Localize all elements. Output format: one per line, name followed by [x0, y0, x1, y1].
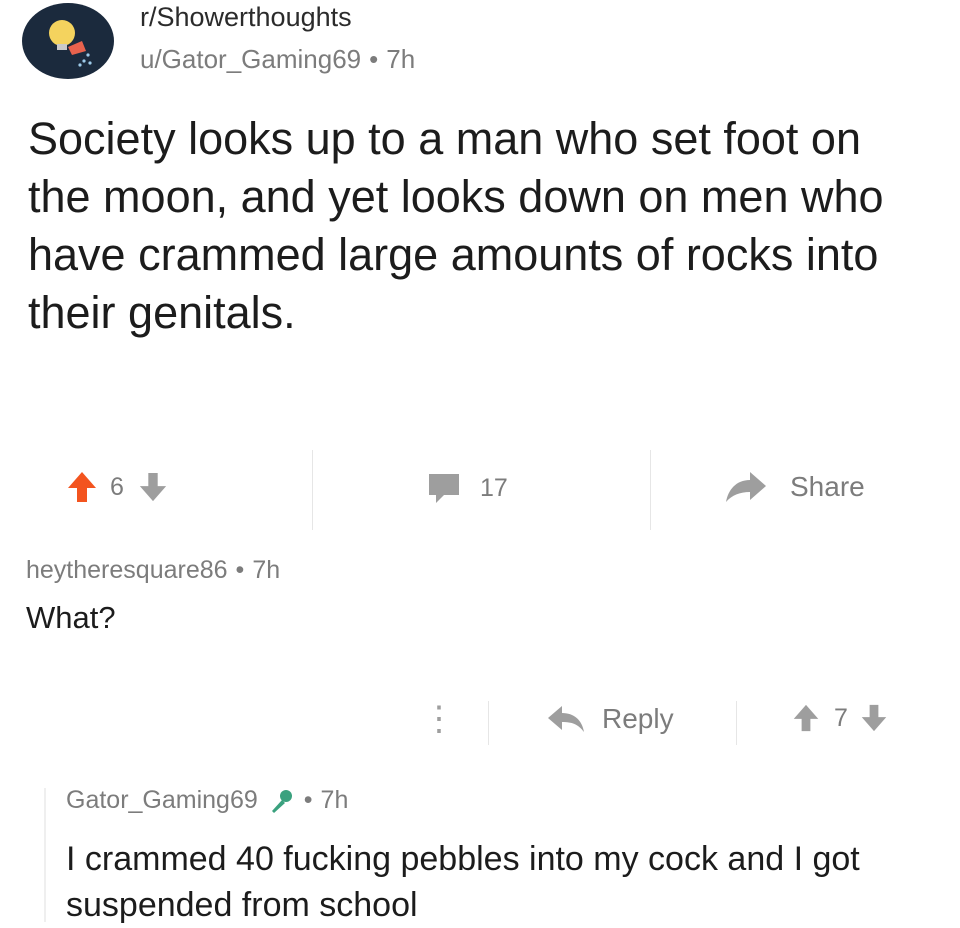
- reply-body: I crammed 40 fucking pebbles into my coc…: [66, 840, 860, 924]
- subreddit-avatar[interactable]: [22, 3, 114, 79]
- comment-count: 17: [480, 473, 508, 502]
- divider: [312, 450, 313, 530]
- subreddit-name[interactable]: r/Showerthoughts: [140, 2, 352, 33]
- post-vote-control: 6: [66, 470, 168, 504]
- arrow-up-icon[interactable]: [792, 703, 820, 733]
- arrow-down-icon[interactable]: [860, 703, 888, 733]
- microphone-icon: [271, 789, 292, 813]
- post-action-bar: 6 17 Share: [0, 450, 960, 530]
- arrow-up-icon[interactable]: [66, 470, 98, 504]
- meta-separator: •: [303, 786, 313, 814]
- reply-arrow-icon: [548, 706, 584, 732]
- post-author[interactable]: u/Gator_Gaming69: [140, 44, 361, 74]
- post-age: 7h: [386, 44, 416, 74]
- lightbulb-shower-icon: [49, 20, 92, 67]
- comment-body: What?: [26, 600, 116, 635]
- reply-meta: Gator_Gaming69 • 7h: [66, 786, 348, 815]
- thread-line: [44, 788, 46, 922]
- divider: [736, 701, 737, 745]
- reply-button[interactable]: Reply: [546, 703, 674, 735]
- comment-author[interactable]: heytheresquare86: [26, 556, 228, 584]
- share-button[interactable]: Share: [724, 470, 865, 504]
- reply-age: 7h: [320, 786, 349, 814]
- comment-action-bar: ⋮ Reply 7: [0, 695, 960, 749]
- meta-separator: •: [369, 44, 379, 74]
- post-title: Society looks up to a man who set foot o…: [28, 113, 884, 338]
- share-label: Share: [790, 471, 865, 502]
- comment-vote-control: 7: [792, 703, 888, 733]
- more-options-icon[interactable]: ⋮: [422, 699, 456, 739]
- divider: [488, 701, 489, 745]
- post-meta: u/Gator_Gaming69 • 7h: [140, 44, 415, 75]
- reply-label: Reply: [602, 703, 674, 734]
- reply-author[interactable]: Gator_Gaming69: [66, 786, 258, 815]
- arrow-down-icon[interactable]: [138, 471, 168, 503]
- share-arrow-icon: [726, 472, 766, 502]
- meta-separator: •: [235, 556, 245, 584]
- comments-button[interactable]: 17: [426, 470, 508, 506]
- speech-bubble-icon: [429, 474, 459, 503]
- comment-age: 7h: [252, 556, 281, 584]
- post-vote-count: 6: [110, 472, 124, 501]
- comment-meta: heytheresquare86 • 7h: [26, 556, 280, 585]
- comment-vote-count: 7: [834, 703, 848, 732]
- divider: [650, 450, 651, 530]
